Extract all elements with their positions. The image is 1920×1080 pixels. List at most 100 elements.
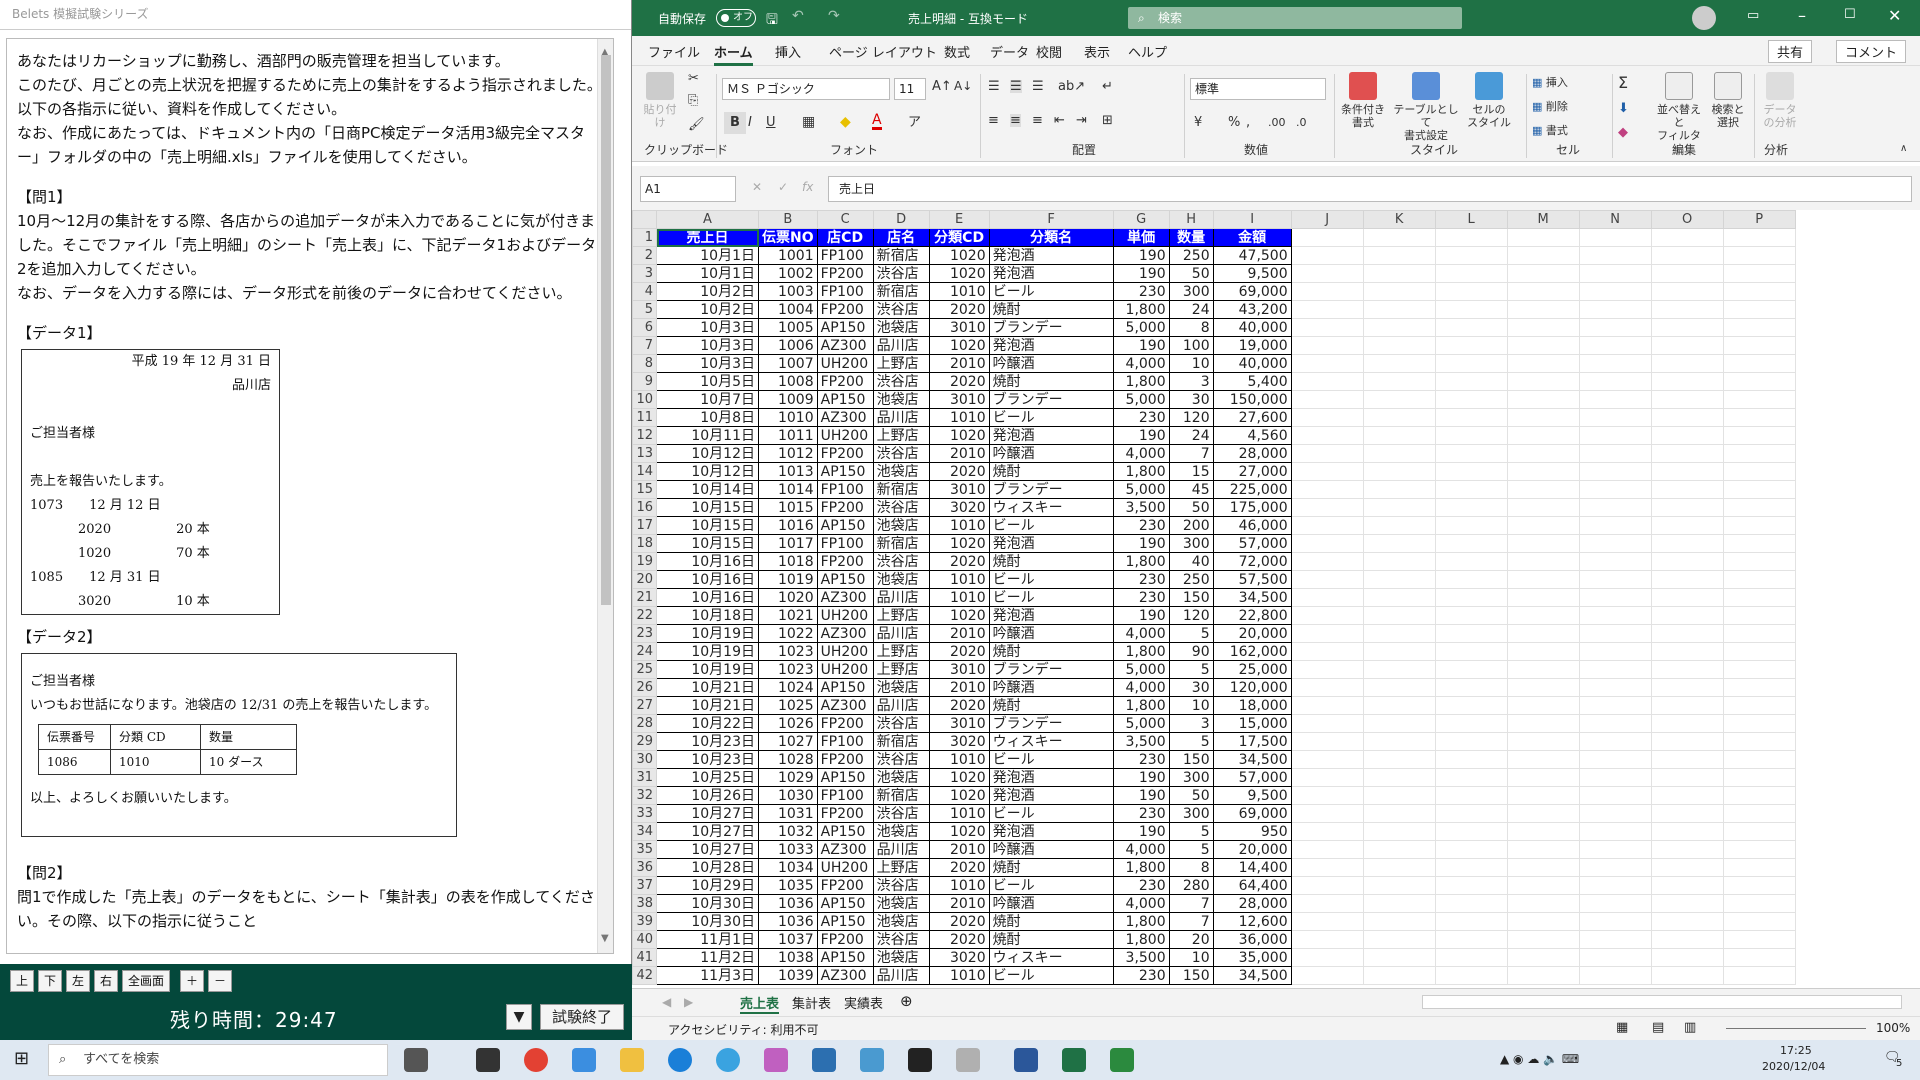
empty-cell[interactable] — [1506, 750, 1580, 769]
data-cell[interactable]: 4,000 — [1112, 624, 1170, 643]
empty-cell[interactable] — [1290, 390, 1364, 409]
store-icon[interactable] — [476, 1048, 500, 1072]
phonetic-icon[interactable]: ア — [908, 116, 921, 129]
zoom-out-button[interactable]: － — [208, 970, 232, 992]
empty-cell[interactable] — [1506, 552, 1580, 571]
empty-cell[interactable] — [1290, 462, 1364, 481]
indent-increase-icon[interactable]: ⇥ — [1076, 114, 1087, 127]
empty-cell[interactable] — [1650, 822, 1724, 841]
data-cell[interactable]: 3 — [1168, 372, 1214, 391]
empty-cell[interactable] — [1290, 372, 1364, 391]
empty-cell[interactable] — [1578, 804, 1652, 823]
data-cell[interactable]: 27,000 — [1212, 462, 1292, 481]
data-cell[interactable]: 27,600 — [1212, 408, 1292, 427]
data-cell[interactable]: 50 — [1168, 786, 1214, 805]
empty-cell[interactable] — [1650, 300, 1724, 319]
empty-cell[interactable] — [1290, 534, 1364, 553]
empty-cell[interactable] — [1362, 786, 1436, 805]
scroll-thumb[interactable] — [601, 55, 611, 605]
undo-icon[interactable]: ↶ — [792, 8, 804, 24]
empty-cell[interactable] — [1506, 426, 1580, 445]
redo-icon[interactable]: ↷ — [828, 8, 840, 24]
empty-cell[interactable] — [1290, 696, 1364, 715]
data-cell[interactable]: 品川店 — [872, 336, 930, 355]
data-cell[interactable]: 230 — [1112, 516, 1170, 535]
data-cell[interactable]: AZ300 — [816, 336, 874, 355]
shield-icon[interactable] — [908, 1048, 932, 1072]
data-cell[interactable]: 1010 — [928, 804, 990, 823]
data-cell[interactable]: 1004 — [758, 300, 818, 319]
tab-review[interactable]: 校閲 — [1036, 42, 1062, 61]
empty-cell[interactable] — [1578, 462, 1652, 481]
data-cell[interactable]: FP200 — [816, 498, 874, 517]
data-cell[interactable]: 1014 — [758, 480, 818, 499]
data-cell[interactable]: 発泡酒 — [988, 426, 1114, 445]
data-cell[interactable]: ビール — [988, 804, 1114, 823]
data-cell[interactable]: AP150 — [816, 822, 874, 841]
empty-cell[interactable] — [1434, 678, 1508, 697]
data-cell[interactable]: 4,000 — [1112, 354, 1170, 373]
empty-cell[interactable] — [1362, 750, 1436, 769]
fom-data-icon[interactable] — [1110, 1048, 1134, 1072]
data-cell[interactable]: 3020 — [928, 948, 990, 967]
data-cell[interactable]: 230 — [1112, 876, 1170, 895]
data-cell[interactable]: AP150 — [816, 948, 874, 967]
row-header[interactable]: 19 — [632, 552, 657, 571]
data-cell[interactable]: 45 — [1168, 480, 1214, 499]
data-cell[interactable]: 4,000 — [1112, 444, 1170, 463]
empty-cell[interactable] — [1290, 282, 1364, 301]
data-cell[interactable]: 10月12日 — [656, 462, 759, 481]
empty-cell[interactable] — [1506, 804, 1580, 823]
tab-insert[interactable]: 挿入 — [775, 42, 801, 61]
empty-cell[interactable] — [1722, 462, 1796, 481]
empty-cell[interactable] — [1290, 300, 1364, 319]
data-cell[interactable]: 11月1日 — [656, 930, 759, 949]
empty-cell[interactable] — [1578, 570, 1652, 589]
data-cell[interactable]: ブランデー — [988, 390, 1114, 409]
font-size-select[interactable]: 11 — [894, 78, 926, 100]
empty-cell[interactable] — [1650, 696, 1724, 715]
data-cell[interactable]: AZ300 — [816, 588, 874, 607]
app-icon[interactable] — [812, 1048, 836, 1072]
data-cell[interactable]: 3020 — [928, 732, 990, 751]
data-cell[interactable]: 1016 — [758, 516, 818, 535]
data-cell[interactable]: FP200 — [816, 444, 874, 463]
column-header[interactable]: K — [1362, 210, 1436, 229]
currency-icon[interactable]: ¥ — [1194, 116, 1202, 129]
data-cell[interactable]: 新宿店 — [872, 732, 930, 751]
data-cell[interactable]: 225,000 — [1212, 480, 1292, 499]
empty-cell[interactable] — [1506, 264, 1580, 283]
row-header[interactable]: 27 — [632, 696, 657, 715]
row-header[interactable]: 11 — [632, 408, 657, 427]
data-cell[interactable]: 46,000 — [1212, 516, 1292, 535]
data-cell[interactable]: 1020 — [758, 588, 818, 607]
data-cell[interactable]: 1,800 — [1112, 912, 1170, 931]
header-cell[interactable]: 数量 — [1168, 228, 1214, 247]
empty-cell[interactable] — [1578, 660, 1652, 679]
data-cell[interactable]: 10月28日 — [656, 858, 759, 877]
italic-icon[interactable]: I — [748, 116, 752, 129]
data-cell[interactable]: ブランデー — [988, 714, 1114, 733]
data-cell[interactable]: 15,000 — [1212, 714, 1292, 733]
header-cell[interactable]: 店CD — [816, 228, 874, 247]
data-cell[interactable]: 10月15日 — [656, 534, 759, 553]
data-cell[interactable]: 22,800 — [1212, 606, 1292, 625]
percent-icon[interactable]: % — [1228, 116, 1240, 129]
start-icon[interactable]: ⊞ — [14, 1048, 29, 1069]
empty-cell[interactable] — [1578, 786, 1652, 805]
data-cell[interactable]: 発泡酒 — [988, 264, 1114, 283]
data-cell[interactable]: 渋谷店 — [872, 750, 930, 769]
data-cell[interactable]: 新宿店 — [872, 246, 930, 265]
empty-cell[interactable] — [1650, 372, 1724, 391]
data-cell[interactable]: 2020 — [928, 642, 990, 661]
column-header[interactable]: E — [928, 210, 990, 229]
row-header[interactable]: 8 — [632, 354, 657, 373]
data-cell[interactable]: 28,000 — [1212, 894, 1292, 913]
format-cells-button[interactable]: ▦ 書式 — [1532, 124, 1568, 137]
row-header[interactable]: 38 — [632, 894, 657, 913]
data-cell[interactable]: 3010 — [928, 714, 990, 733]
row-header[interactable]: 31 — [632, 768, 657, 787]
merge-icon[interactable]: ⊞ — [1102, 114, 1113, 127]
data-cell[interactable]: 1007 — [758, 354, 818, 373]
chrome-icon[interactable] — [524, 1048, 548, 1072]
